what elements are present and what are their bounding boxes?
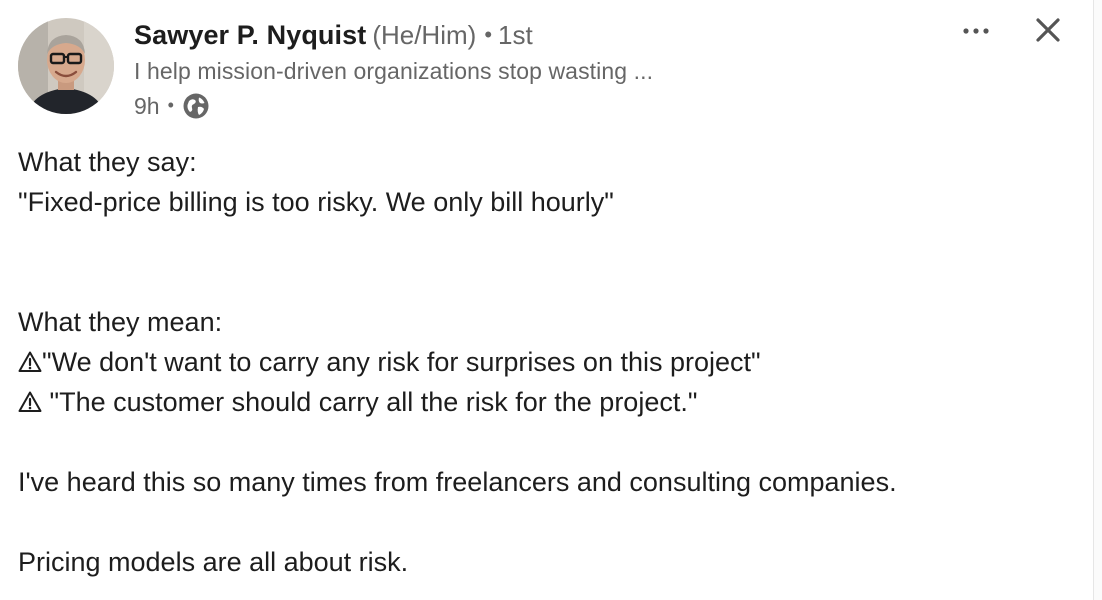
mean-heading: What they mean: <box>18 307 223 337</box>
paragraph: Pricing models are all about risk. <box>18 547 409 577</box>
mean-item-text: "We don't want to carry any risk for sur… <box>42 347 761 377</box>
author-line: Sawyer P. Nyquist (He/Him) • 1st <box>134 20 533 56</box>
mean-item-text: "The customer should carry all the risk … <box>42 387 698 417</box>
globe-icon <box>182 92 210 120</box>
author-name[interactable]: Sawyer P. Nyquist <box>134 20 366 50</box>
warning-icon <box>18 390 42 414</box>
close-button[interactable] <box>1030 12 1066 48</box>
scroll-edge <box>1093 0 1102 600</box>
say-heading: What they say: <box>18 147 197 177</box>
mean-item: "We don't want to carry any risk for sur… <box>18 346 761 378</box>
warning-icon <box>18 350 42 374</box>
mean-item: "The customer should carry all the risk … <box>18 386 697 418</box>
separator-dot: • <box>167 94 174 115</box>
separator-dot: • <box>484 22 493 47</box>
close-icon <box>1036 18 1060 42</box>
post-meta: 9h • <box>134 90 210 122</box>
connection-degree: 1st <box>498 20 533 50</box>
say-quote: "Fixed-price billing is too risky. We on… <box>18 187 614 217</box>
paragraph: I've heard this so many times from freel… <box>18 467 897 497</box>
author-pronouns: (He/Him) <box>372 20 477 50</box>
more-options-button[interactable] <box>958 16 994 46</box>
author-headline: I help mission-driven organizations stop… <box>134 58 654 84</box>
avatar[interactable] <box>18 18 114 114</box>
post-time: 9h <box>134 92 160 119</box>
more-horizontal-icon <box>963 28 989 34</box>
